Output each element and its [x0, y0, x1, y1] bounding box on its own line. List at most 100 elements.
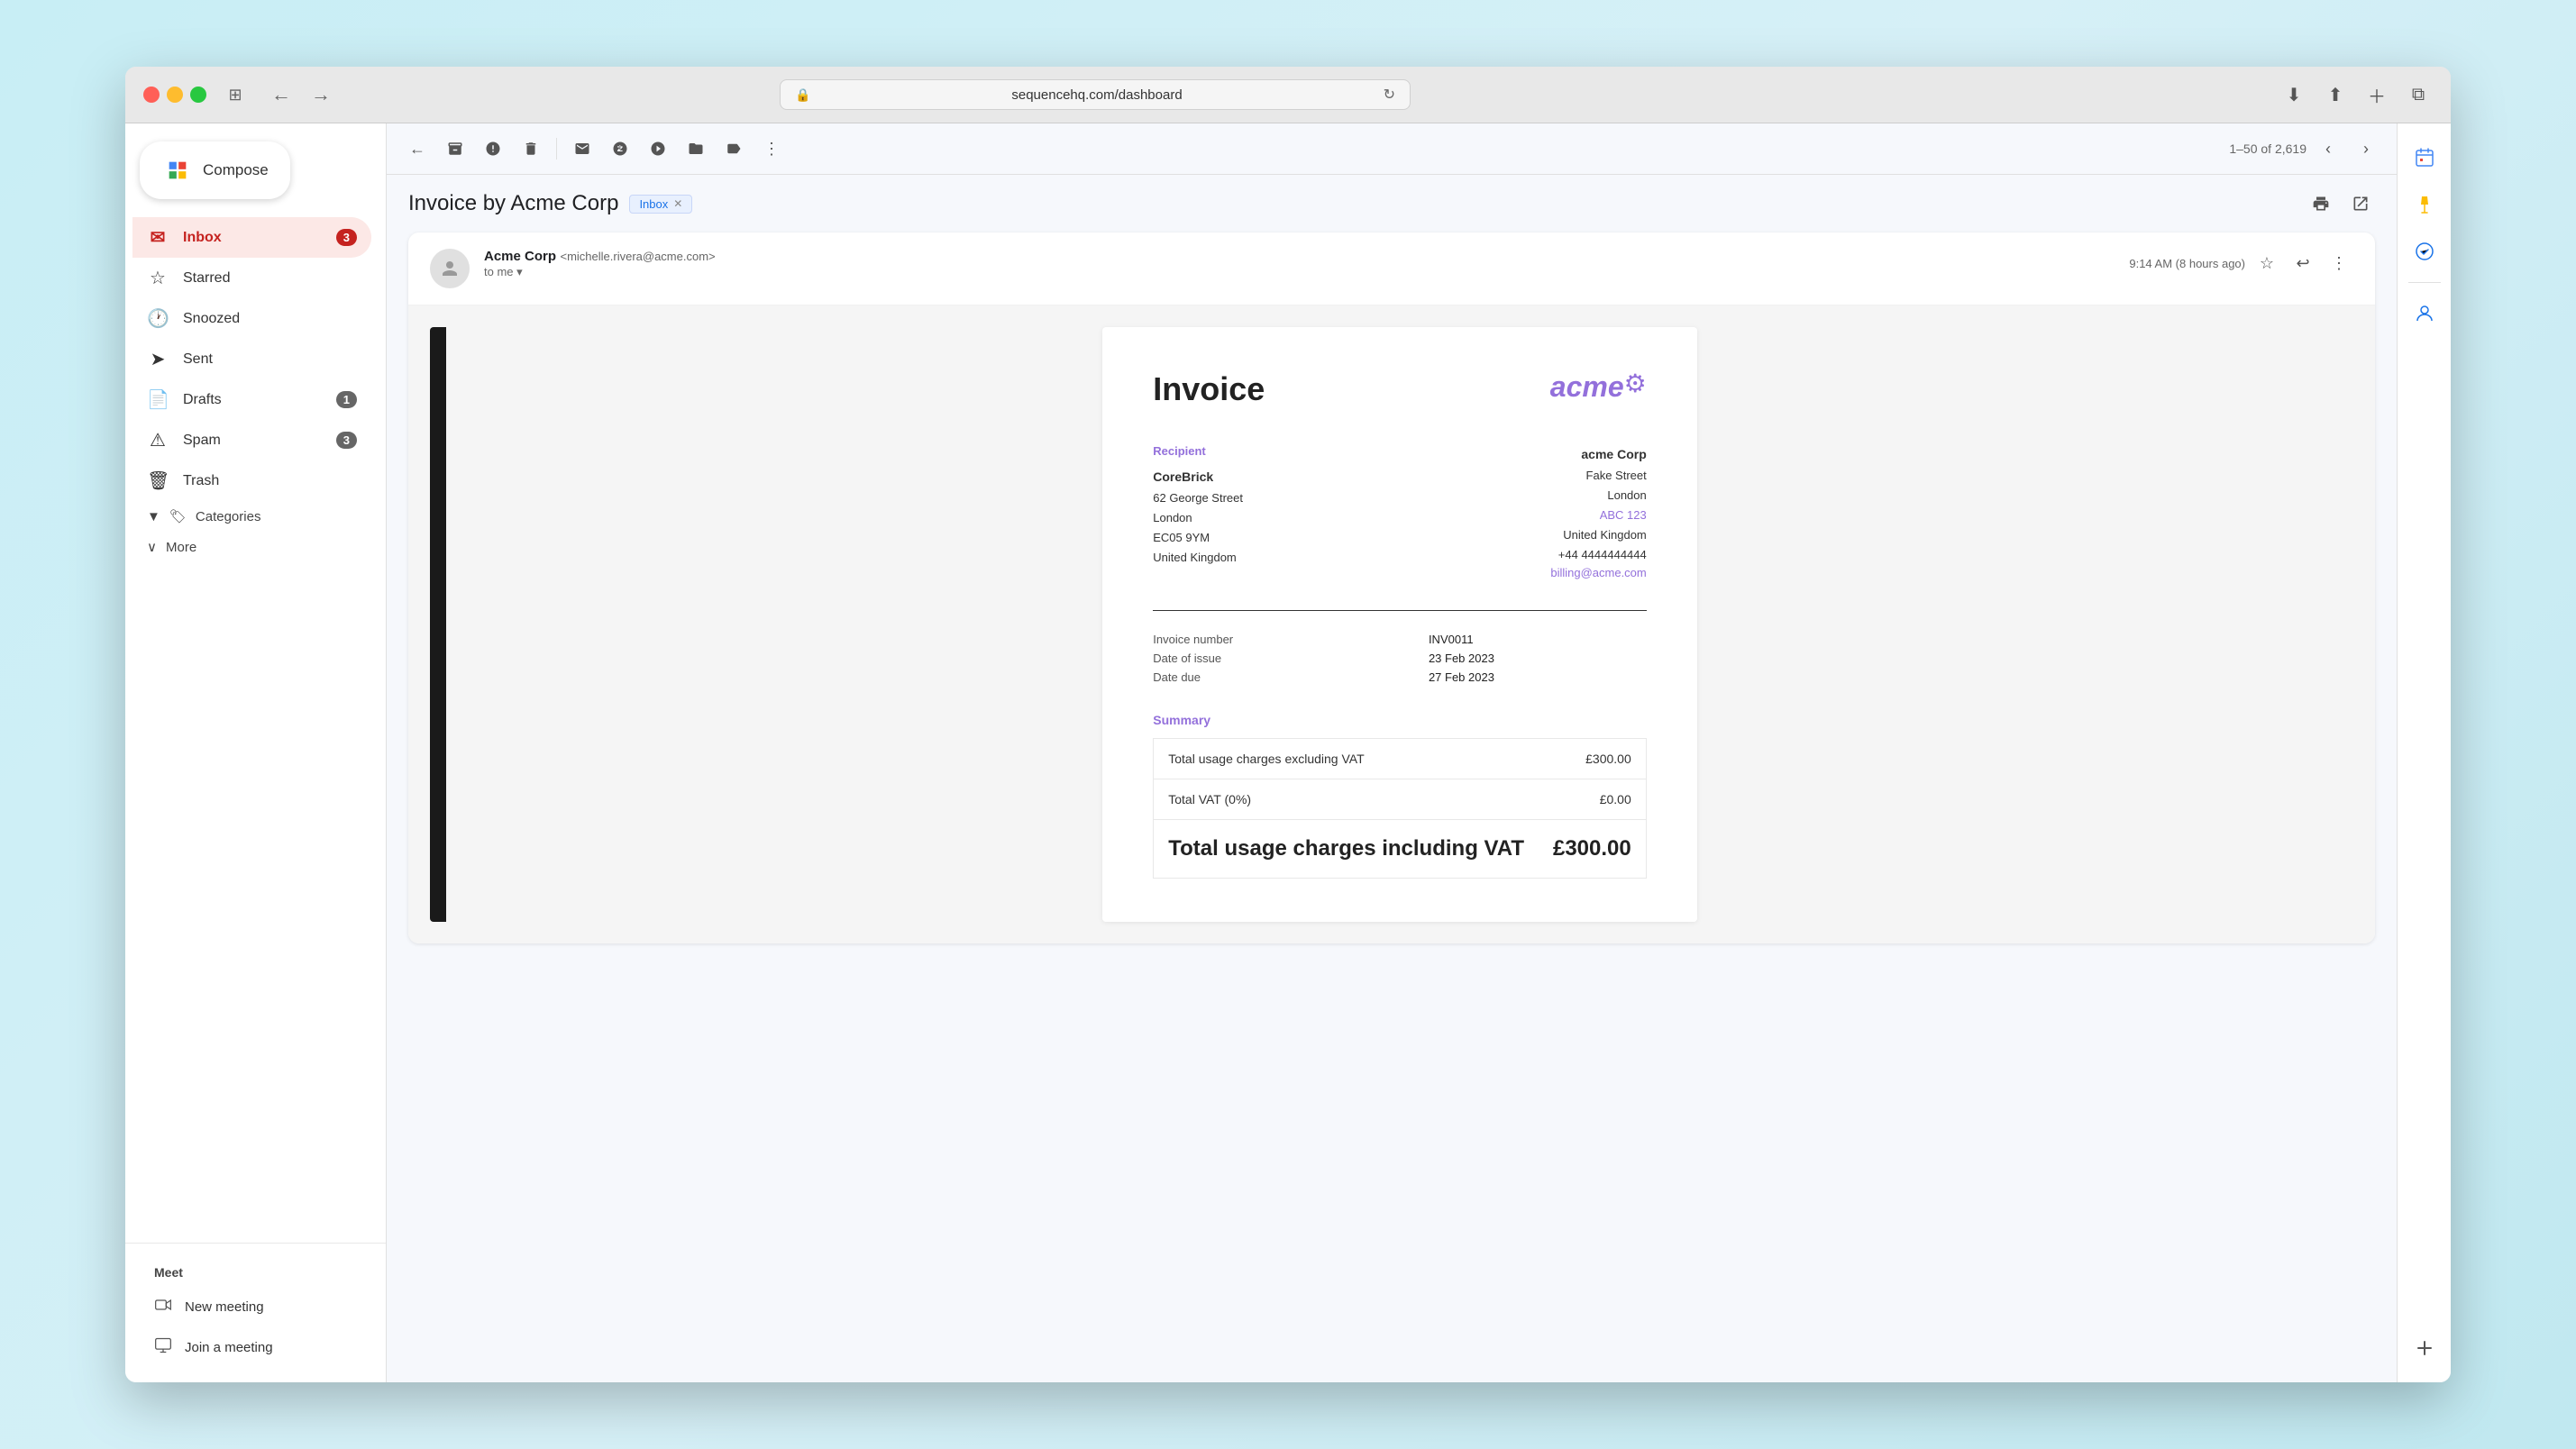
add-app-button[interactable]	[2405, 1328, 2444, 1368]
share-button[interactable]: ⬆	[2321, 80, 2350, 109]
sidebar-item-drafts[interactable]: 📄 Drafts 1	[132, 379, 371, 420]
forward-button[interactable]: →	[304, 79, 338, 110]
nav-list: ✉ Inbox 3 ☆ Starred 🕐 Snoozed ➤ Sent	[125, 217, 386, 501]
url-text: sequencehq.com/dashboard	[818, 87, 1375, 103]
more-email-actions-button[interactable]: ⋮	[2325, 249, 2353, 278]
sender-phone: +44 4444444444	[1550, 545, 1646, 565]
invoice-row-2: Total VAT (0%) £0.00	[1154, 779, 1647, 820]
more-actions-button[interactable]: ⋮	[755, 132, 788, 165]
sender-email[interactable]: billing@acme.com	[1550, 566, 1646, 579]
contacts-app-button[interactable]	[2405, 294, 2444, 333]
invoice-row-1: Total usage charges excluding VAT £300.0…	[1154, 739, 1647, 779]
sidebar-item-label: Inbox	[183, 230, 322, 246]
sidebar-item-snoozed[interactable]: 🕐 Snoozed	[132, 298, 371, 339]
move-button[interactable]	[680, 132, 712, 165]
screen-icon	[154, 1336, 172, 1359]
tasks-app-button[interactable]	[2405, 232, 2444, 271]
sidebar-item-spam[interactable]: ⚠ Spam 3	[132, 420, 371, 460]
from-name: Acme Corp	[484, 249, 556, 264]
sidebar-item-label: Snoozed	[183, 311, 357, 327]
new-meeting-item[interactable]: New meeting	[140, 1287, 371, 1327]
new-tab-button[interactable]: ＋	[2362, 80, 2391, 109]
clock-icon: 🕐	[147, 307, 169, 330]
email-to[interactable]: to me ▾	[484, 265, 2115, 279]
back-to-list-button[interactable]: ←	[401, 132, 434, 165]
star-email-button[interactable]: ☆	[2252, 249, 2281, 278]
line1-label: Total usage charges excluding VAT	[1154, 739, 1539, 779]
sidebar-item-trash[interactable]: 🗑 Trash	[132, 460, 371, 501]
print-button[interactable]	[2307, 189, 2335, 218]
sidebar-item-starred[interactable]: ☆ Starred	[132, 258, 371, 298]
date-due-value: 27 Feb 2023	[1429, 670, 1647, 684]
sender-country: United Kingdom	[1550, 525, 1646, 545]
spam-icon: ⚠	[147, 429, 169, 451]
video-icon	[154, 1296, 172, 1318]
sidebar-item-label: Trash	[183, 473, 357, 489]
remove-label-button[interactable]: ✕	[673, 197, 682, 210]
invoice-frame: Invoice acme ⚙ Recipient	[408, 305, 2375, 943]
invoice-total-row: Total usage charges including VAT £300.0…	[1154, 820, 1647, 879]
pagination-text: 1–50 of 2,619	[2229, 141, 2307, 156]
sidebar-item-label: Spam	[183, 433, 322, 449]
acme-logo-text: acme	[1550, 370, 1624, 404]
reload-button[interactable]: ↻	[1384, 86, 1395, 104]
acme-gear-icon: ⚙	[1624, 369, 1647, 398]
traffic-lights	[143, 87, 206, 103]
compose-button[interactable]: Compose	[140, 141, 290, 199]
inbox-label-text: Inbox	[639, 197, 668, 211]
trash-icon: 🗑	[147, 469, 169, 492]
date-issue-value: 23 Feb 2023	[1429, 652, 1647, 665]
open-new-window-button[interactable]	[2346, 189, 2375, 218]
categories-section[interactable]: ▼ 🏷 Categories	[125, 501, 386, 532]
delete-button[interactable]	[515, 132, 547, 165]
categories-label: Categories	[196, 509, 261, 524]
invoice-recipient: Recipient CoreBrick 62 George Street Lon…	[1153, 444, 1243, 581]
tab-overview-button[interactable]: ⧉	[2404, 80, 2433, 109]
drafts-badge: 1	[336, 391, 357, 408]
more-section[interactable]: ∨ More	[125, 532, 386, 562]
back-button[interactable]: ←	[264, 79, 298, 110]
email-actions: 9:14 AM (8 hours ago) ☆ ↩ ⋮	[2129, 249, 2353, 278]
line2-label: Total VAT (0%)	[1154, 779, 1539, 820]
nav-buttons: ← →	[264, 79, 338, 110]
recipient-city: London	[1153, 508, 1243, 528]
browser-window: ⊞ ← → 🔒 sequencehq.com/dashboard ↻ ⬇ ⬆ ＋…	[125, 67, 2451, 1382]
browser-chrome: ⊞ ← → 🔒 sequencehq.com/dashboard ↻ ⬇ ⬆ ＋…	[125, 67, 2451, 123]
minimize-button[interactable]	[167, 87, 183, 103]
prev-page-button[interactable]: ‹	[2312, 132, 2344, 165]
label-button[interactable]	[717, 132, 750, 165]
email-meta: Acme Corp <michelle.rivera@acme.com> to …	[408, 232, 2375, 305]
date-due-label: Date due	[1153, 670, 1385, 684]
browser-actions: ⬇ ⬆ ＋ ⧉	[2279, 80, 2433, 109]
sidebar-item-sent[interactable]: ➤ Sent	[132, 339, 371, 379]
star-icon: ☆	[147, 267, 169, 289]
email-from-area: Acme Corp <michelle.rivera@acme.com> to …	[484, 249, 2115, 279]
email-subject: Invoice by Acme Corp	[408, 191, 618, 216]
join-meeting-item[interactable]: Join a meeting	[140, 1327, 371, 1368]
calendar-app-button[interactable]	[2405, 138, 2444, 178]
download-button[interactable]: ⬇	[2279, 80, 2308, 109]
maximize-button[interactable]	[190, 87, 206, 103]
sidebar-item-inbox[interactable]: ✉ Inbox 3	[132, 217, 371, 258]
mark-unread-button[interactable]	[566, 132, 598, 165]
sidebar-item-label: Drafts	[183, 392, 322, 408]
task-button[interactable]	[642, 132, 674, 165]
draft-icon: 📄	[147, 388, 169, 411]
snooze-button[interactable]	[604, 132, 636, 165]
invoice-top: Invoice acme ⚙	[1153, 370, 1647, 408]
lock-icon: 🔒	[795, 87, 810, 103]
archive-button[interactable]	[439, 132, 471, 165]
compose-plus-icon	[161, 154, 194, 187]
close-button[interactable]	[143, 87, 160, 103]
keep-app-button[interactable]	[2405, 185, 2444, 224]
email-thread: Acme Corp <michelle.rivera@acme.com> to …	[408, 232, 2375, 943]
sidebar-toggle-button[interactable]: ⊞	[221, 82, 250, 107]
address-bar[interactable]: 🔒 sequencehq.com/dashboard ↻	[780, 79, 1411, 110]
next-page-button[interactable]: ›	[2350, 132, 2382, 165]
recipient-name: CoreBrick	[1153, 469, 1213, 484]
spam-button[interactable]	[477, 132, 509, 165]
recipient-label: Recipient	[1153, 444, 1243, 458]
sender-name: acme Corp	[1581, 447, 1646, 461]
reply-button[interactable]: ↩	[2288, 249, 2317, 278]
invoice-number-value: INV0011	[1429, 633, 1647, 646]
